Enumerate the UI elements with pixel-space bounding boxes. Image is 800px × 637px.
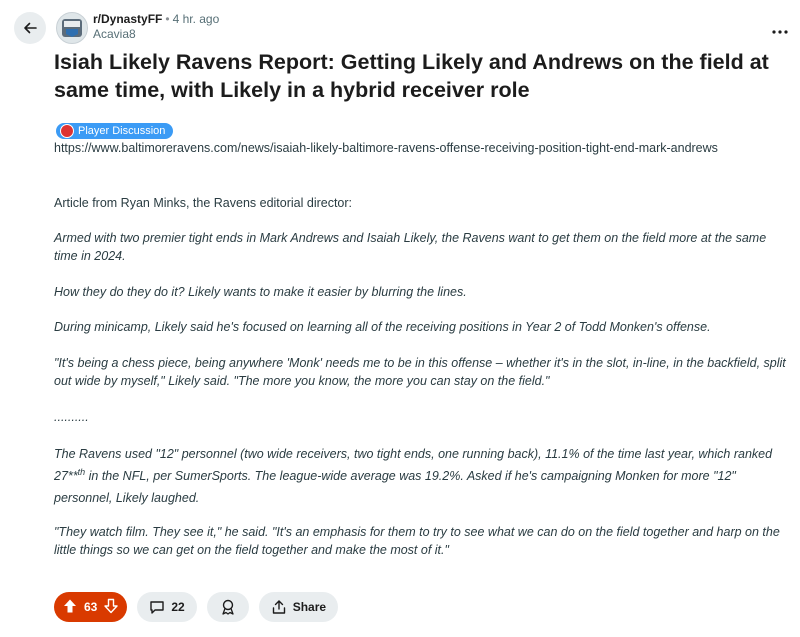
body-paragraph-7-part-b: in the NFL, per SumerSports. The league-… xyxy=(54,469,736,505)
vote-control: 63 xyxy=(54,592,128,622)
post-actions-bar: 63 22 Share xyxy=(54,592,339,622)
meta-separator: • xyxy=(165,12,170,26)
award-button[interactable] xyxy=(206,592,249,622)
post-meta: r/DynastyFF • 4 hr. ago Acavia8 xyxy=(93,12,219,42)
post-title: Isiah Likely Ravens Report: Getting Like… xyxy=(54,50,769,102)
arrow-left-icon xyxy=(24,22,37,34)
downvote-button[interactable] xyxy=(103,598,119,617)
downvote-icon xyxy=(104,598,119,613)
article-link[interactable]: https://www.baltimoreravens.com/news/isa… xyxy=(54,141,718,155)
subreddit-logo-icon xyxy=(62,19,82,37)
subreddit-avatar[interactable] xyxy=(56,12,88,44)
body-paragraph-2: Armed with two premier tight ends in Mar… xyxy=(54,231,767,263)
comments-button[interactable]: 22 xyxy=(137,592,197,622)
post-flair[interactable]: Player Discussion xyxy=(56,123,174,139)
post-link-paragraph: https://www.baltimoreravens.com/news/isa… xyxy=(54,139,790,157)
upvote-button[interactable] xyxy=(62,598,78,617)
body-paragraph-8: "They watch film. They see it," he said.… xyxy=(54,525,780,557)
flair-label: Player Discussion xyxy=(78,125,166,137)
back-button[interactable] xyxy=(14,12,46,44)
subreddit-link[interactable]: r/DynastyFF xyxy=(93,12,162,26)
body-paragraph-5: "It's being a chess piece, being anywher… xyxy=(54,356,786,388)
body-paragraph-1: Article from Ryan Minks, the Ravens edit… xyxy=(54,196,353,210)
more-options-button[interactable] xyxy=(772,18,788,39)
share-label: Share xyxy=(292,600,327,614)
upvote-icon xyxy=(64,599,76,612)
post-time: 4 hr. ago xyxy=(172,12,220,26)
share-button[interactable]: Share xyxy=(258,592,339,622)
body-paragraph-6: .......... xyxy=(54,410,89,424)
award-icon xyxy=(222,599,234,615)
comment-count: 22 xyxy=(171,600,185,614)
body-paragraph-7: The Ravens used "12" personnel (two wide… xyxy=(54,443,790,509)
body-paragraph-4: During minicamp, Likely said he's focuse… xyxy=(54,320,711,334)
comment-icon xyxy=(150,601,165,614)
author-link[interactable]: Acavia8 xyxy=(93,27,219,42)
vote-count: 63 xyxy=(84,600,98,614)
more-icon xyxy=(772,30,788,34)
share-icon xyxy=(272,600,285,614)
nfl-shield-icon xyxy=(60,124,74,138)
body-paragraph-3: How they do they do it? Likely wants to … xyxy=(54,285,467,299)
